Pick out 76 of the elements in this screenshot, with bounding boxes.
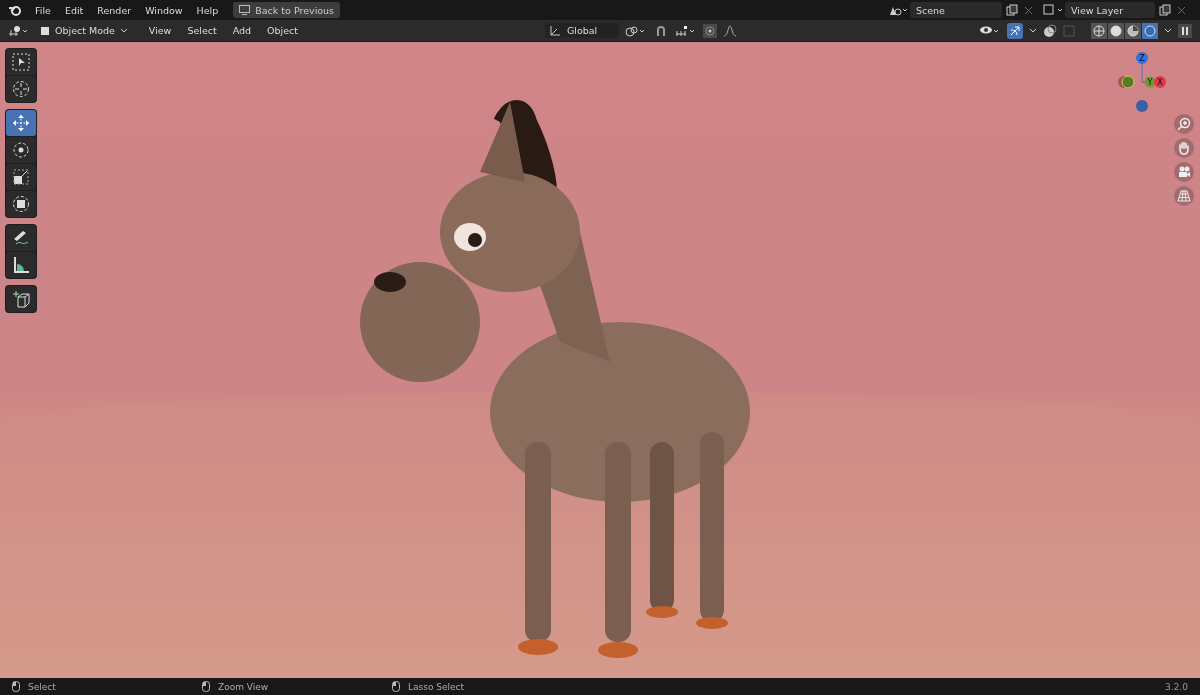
camera-view-button[interactable] xyxy=(1174,162,1194,182)
sphere-icon xyxy=(1127,24,1139,37)
add-cube-icon xyxy=(12,290,30,308)
mouse-icon xyxy=(12,681,20,692)
menu-item[interactable]: Add xyxy=(227,25,257,36)
menu-item[interactable]: Object xyxy=(262,25,304,36)
zoom-button[interactable] xyxy=(1174,114,1194,134)
tool-button[interactable] xyxy=(6,286,36,312)
grid-icon xyxy=(1177,189,1191,203)
shading-mode-button[interactable] xyxy=(1091,22,1107,39)
shading-mode-button[interactable] xyxy=(1125,22,1141,39)
cube-icon xyxy=(40,25,50,36)
status-hint: Select xyxy=(28,681,56,692)
logo-icon[interactable] xyxy=(8,4,22,16)
orientation-dropdown[interactable]: Global xyxy=(544,23,620,38)
back-to-previous-button[interactable]: Back to Previous xyxy=(233,2,341,18)
menu-item[interactable]: Render xyxy=(90,4,139,16)
menu-item[interactable]: View xyxy=(143,25,177,36)
caret-icon xyxy=(119,27,128,34)
pause-icon[interactable] xyxy=(1178,23,1192,38)
tool-button[interactable] xyxy=(6,49,36,75)
tool-button[interactable] xyxy=(6,137,36,163)
pan-button[interactable] xyxy=(1174,138,1194,158)
shading-mode-button[interactable] xyxy=(1108,22,1124,39)
magnifier-icon xyxy=(1177,117,1191,131)
status-hint: Lasso Select xyxy=(408,681,465,692)
axis-label: X xyxy=(1157,78,1163,87)
hand-icon xyxy=(1177,141,1191,155)
dropdown-caret-icon[interactable] xyxy=(1029,27,1037,34)
view-layer-field[interactable]: View Layer xyxy=(1065,2,1155,18)
sphere-icon xyxy=(1144,24,1156,37)
editor-type-icon[interactable] xyxy=(8,24,30,37)
close-icon[interactable] xyxy=(1024,5,1033,15)
tool-button[interactable] xyxy=(6,191,36,217)
scene-field[interactable]: Scene xyxy=(910,2,1002,18)
select-box-icon xyxy=(12,53,30,71)
tool-button[interactable] xyxy=(6,252,36,278)
ruler-icon xyxy=(12,256,30,274)
tool-button[interactable] xyxy=(6,164,36,190)
tool-button[interactable] xyxy=(6,225,36,251)
menu-item[interactable]: Window xyxy=(138,4,190,16)
camera-icon xyxy=(1177,165,1191,179)
version-label: 3.2.0 xyxy=(1165,681,1188,692)
axis-label: Z xyxy=(1139,54,1145,63)
overlay-icon[interactable] xyxy=(1043,23,1057,38)
tool-button[interactable] xyxy=(6,110,36,136)
tool-button[interactable] xyxy=(6,76,36,102)
sphere-icon xyxy=(1110,24,1122,37)
menu-item[interactable]: File xyxy=(28,4,58,16)
axis-label: Y xyxy=(1147,78,1153,87)
crosshair-icon xyxy=(12,80,30,98)
menu-item[interactable]: Select xyxy=(182,25,222,36)
close-icon[interactable] xyxy=(1177,5,1186,15)
mouse-icon xyxy=(202,681,210,692)
shading-mode-button[interactable] xyxy=(1142,22,1158,39)
transform-icon xyxy=(12,195,30,213)
falloff-curve-icon[interactable] xyxy=(723,24,738,37)
magnet-icon xyxy=(655,24,668,37)
rotate-icon xyxy=(12,141,30,159)
dropdown-caret-icon[interactable] xyxy=(1164,27,1172,34)
status-hint: Zoom View xyxy=(218,681,269,692)
mouse-icon xyxy=(392,681,400,692)
ortho-toggle-button[interactable] xyxy=(1174,186,1194,206)
gizmo-arrow-icon xyxy=(1009,24,1021,37)
wire-sphere-icon xyxy=(1093,24,1105,37)
pencil-icon xyxy=(12,229,30,247)
screen-icon xyxy=(239,5,251,15)
gizmo-toggle[interactable] xyxy=(1007,22,1023,39)
proportional-edit-icon[interactable] xyxy=(703,23,718,38)
menu-item[interactable]: Edit xyxy=(57,4,91,16)
move-arrows-icon xyxy=(12,114,30,132)
menu-item[interactable]: Help xyxy=(189,4,226,16)
copy-icon[interactable] xyxy=(1006,4,1018,16)
scale-icon xyxy=(12,168,30,186)
axes-icon xyxy=(548,25,561,36)
copy-icon[interactable] xyxy=(1159,4,1171,16)
